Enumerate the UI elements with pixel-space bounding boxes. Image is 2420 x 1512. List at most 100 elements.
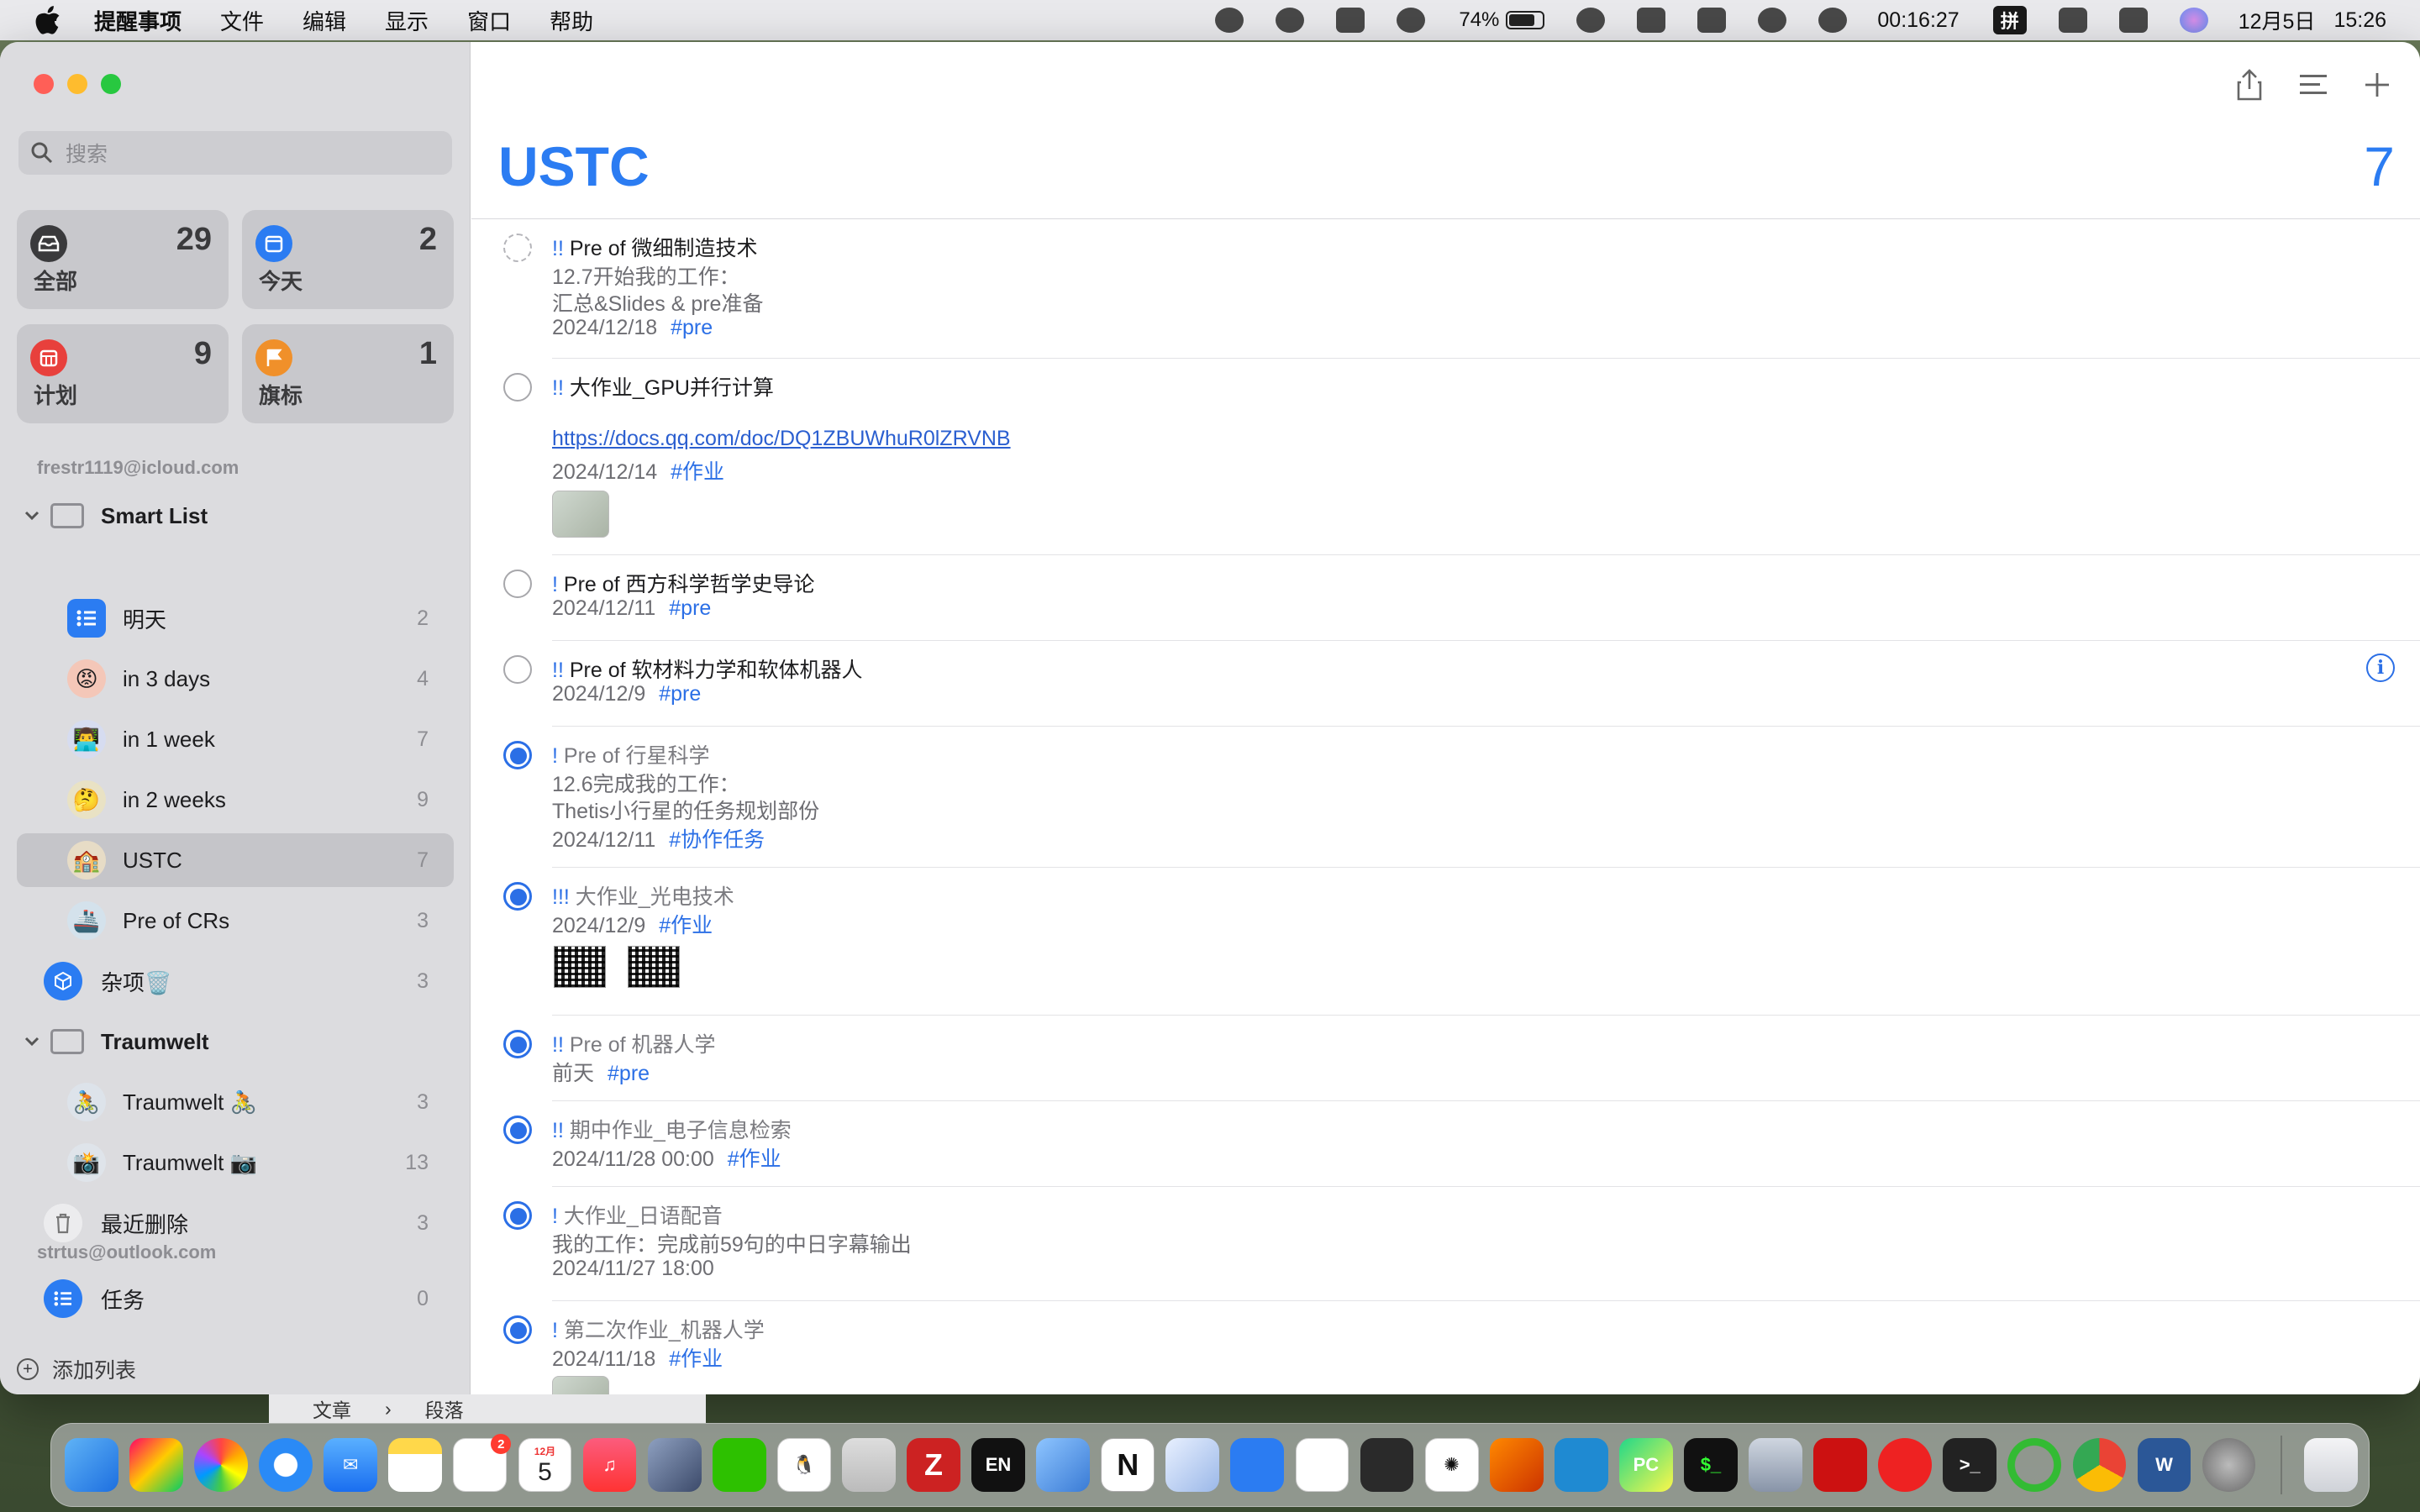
tile-all[interactable]: 29 全部 xyxy=(17,210,229,309)
wifi-icon[interactable] xyxy=(2058,8,2087,33)
list-ustc[interactable]: 🏫 USTC 7 xyxy=(17,833,454,887)
reminder-title[interactable]: ! Pre of 行星科学 xyxy=(552,739,710,769)
play-icon[interactable] xyxy=(1818,8,1848,33)
diagram-tool-icon[interactable] xyxy=(1360,1438,1414,1492)
control-center-icon[interactable] xyxy=(2118,8,2148,33)
photos-icon[interactable] xyxy=(194,1438,248,1492)
input-method-icon[interactable]: 拼 xyxy=(1992,6,2027,34)
reminder-title[interactable]: ! 大作业_日语配音 xyxy=(552,1200,723,1230)
menu-view[interactable]: 显示 xyxy=(385,5,429,36)
tile-flagged[interactable]: 1 旗标 xyxy=(242,324,454,423)
creative-cloud-icon[interactable] xyxy=(1276,8,1305,33)
reminder-tag[interactable]: #协作任务 xyxy=(669,828,765,852)
qq-icon[interactable]: 🐧 xyxy=(776,1438,831,1492)
list-traumwelt-bike[interactable]: 🚴 Traumwelt 🚴 3 xyxy=(17,1075,454,1129)
chevron-down-icon[interactable] xyxy=(22,506,42,526)
reminder-title[interactable]: !! Pre of 微细制造技术 xyxy=(552,232,758,262)
view-options-button[interactable] xyxy=(2294,66,2333,104)
reminder-tag[interactable]: #pre xyxy=(671,316,713,339)
menubar-date[interactable]: 12月5日 xyxy=(2238,5,2316,35)
launchpad-icon[interactable] xyxy=(129,1438,183,1492)
checkbox-circle-checked[interactable] xyxy=(503,1030,532,1058)
qr-code-thumbnail[interactable] xyxy=(628,946,680,988)
acrobat-icon[interactable] xyxy=(1813,1438,1867,1492)
music-icon[interactable]: ♫ xyxy=(582,1438,637,1492)
preview-icon[interactable] xyxy=(1165,1438,1220,1492)
rocket-app-icon[interactable] xyxy=(841,1438,896,1492)
calendar-app-icon[interactable]: 12月 5 xyxy=(518,1438,572,1492)
zoom-button[interactable] xyxy=(101,74,121,94)
group-traumwelt[interactable]: Traumwelt xyxy=(17,1015,454,1068)
attachment-thumbnail[interactable] xyxy=(552,491,609,538)
menubar-time[interactable]: 15:26 xyxy=(2333,8,2386,33)
multitask-icon[interactable] xyxy=(1230,1438,1285,1492)
checkbox-circle[interactable] xyxy=(503,234,532,262)
cloud-status-icon[interactable] xyxy=(1576,8,1606,33)
checkbox-circle[interactable] xyxy=(503,570,532,598)
reminder-tag[interactable]: #作业 xyxy=(728,1147,781,1171)
timer-readout[interactable]: 00:16:27 xyxy=(1877,8,1959,33)
reminder-link[interactable]: https://docs.qq.com/doc/DQ1ZBUWhuR0lZRVN… xyxy=(552,427,1011,450)
checkbox-circle-checked[interactable] xyxy=(503,1201,532,1230)
reminder-tag[interactable]: #pre xyxy=(608,1062,650,1085)
search-field[interactable]: 搜索 xyxy=(18,131,452,175)
safari-icon[interactable] xyxy=(259,1438,313,1492)
breadcrumb-item[interactable]: 段落 xyxy=(425,1394,464,1423)
list-in-2-weeks[interactable]: 🤔 in 2 weeks 9 xyxy=(17,773,454,827)
attachment-thumbnail[interactable] xyxy=(552,1376,609,1394)
reminder-tag[interactable]: #作业 xyxy=(671,460,724,484)
checkbox-circle-checked[interactable] xyxy=(503,1315,532,1344)
reminder-tag[interactable]: #作业 xyxy=(659,914,713,937)
close-button[interactable] xyxy=(34,74,54,94)
matlab-icon[interactable] xyxy=(1489,1438,1544,1492)
add-list-button[interactable]: + 添加列表 xyxy=(17,1354,136,1384)
menu-help[interactable]: 帮助 xyxy=(550,5,593,36)
reminder-title[interactable]: !!! 大作业_光电技术 xyxy=(552,880,734,911)
share-button[interactable] xyxy=(2230,66,2269,104)
apple-menu-icon[interactable] xyxy=(34,6,62,34)
tile-today[interactable]: 2 今天 xyxy=(242,210,454,309)
chrome-icon[interactable] xyxy=(2072,1438,2127,1492)
minimize-button[interactable] xyxy=(67,74,87,94)
trash-bin-icon[interactable] xyxy=(2303,1438,2358,1492)
list-traumwelt-camera[interactable]: 📸 Traumwelt 📷 13 xyxy=(17,1136,454,1189)
freeform-icon[interactable] xyxy=(1295,1438,1349,1492)
reminder-title[interactable]: !! 期中作业_电子信息检索 xyxy=(552,1114,792,1144)
reminder-tag[interactable]: #pre xyxy=(659,682,701,706)
reminder-tag[interactable]: #pre xyxy=(669,596,711,620)
reminder-title[interactable]: !! Pre of 机器人学 xyxy=(552,1028,716,1058)
qq-status-icon[interactable] xyxy=(1215,8,1244,33)
notes-icon[interactable] xyxy=(388,1438,443,1492)
menu-file[interactable]: 文件 xyxy=(220,5,264,36)
checkbox-circle-checked[interactable] xyxy=(503,882,532,911)
wechat-status-icon[interactable] xyxy=(1336,8,1365,33)
terminal-alt-icon[interactable]: >_ xyxy=(1943,1438,1997,1492)
add-reminder-button[interactable] xyxy=(2358,66,2396,104)
checkbox-circle-checked[interactable] xyxy=(503,1116,532,1144)
chatgpt-icon[interactable]: ✺ xyxy=(1424,1438,1479,1492)
tile-scheduled[interactable]: 9 计划 xyxy=(17,324,229,423)
checkbox-circle[interactable] xyxy=(503,655,532,684)
list-pre-of-crs[interactable]: 🚢 Pre of CRs 3 xyxy=(17,894,454,948)
paper-plane-icon[interactable] xyxy=(1036,1438,1090,1492)
word-icon[interactable]: W xyxy=(2137,1438,2191,1492)
mail-icon[interactable]: ✉ xyxy=(324,1438,378,1492)
reminder-tag[interactable]: #作业 xyxy=(669,1347,723,1371)
netease-music-icon[interactable] xyxy=(1878,1438,1933,1492)
battery-indicator[interactable]: 74% xyxy=(1459,8,1545,32)
vscode-icon[interactable] xyxy=(1554,1438,1608,1492)
list-misc[interactable]: 杂项🗑️ 3 xyxy=(17,954,454,1008)
reminder-title[interactable]: ! Pre of 西方科学哲学史导论 xyxy=(552,568,815,598)
reminder-title[interactable]: ! 第二次作业_机器人学 xyxy=(552,1314,765,1344)
terminal-icon[interactable]: $_ xyxy=(1684,1438,1738,1492)
menu-window[interactable]: 窗口 xyxy=(467,5,511,36)
list-tasks[interactable]: 任务 0 xyxy=(17,1272,454,1326)
list-in-1-week[interactable]: 👨‍💻 in 1 week 7 xyxy=(17,712,454,766)
siri-icon[interactable] xyxy=(2179,8,2208,33)
time-machine-icon[interactable] xyxy=(1758,8,1787,33)
group-smart-list[interactable]: Smart List xyxy=(17,489,454,543)
chevron-down-icon[interactable] xyxy=(22,1032,42,1052)
checkbox-circle[interactable] xyxy=(503,373,532,402)
checkbox-circle-checked[interactable] xyxy=(503,741,532,769)
airpods-icon[interactable] xyxy=(1637,8,1666,33)
